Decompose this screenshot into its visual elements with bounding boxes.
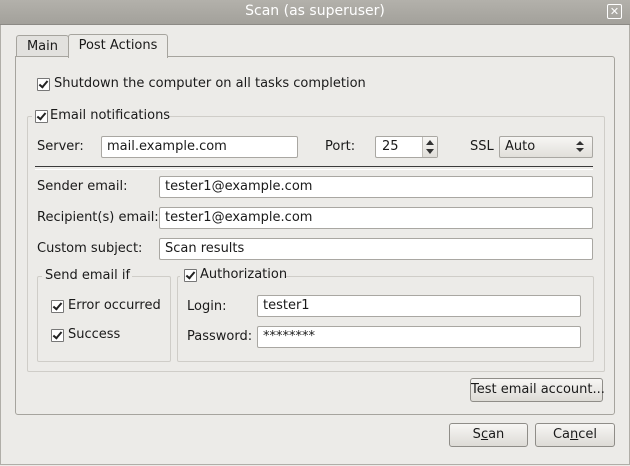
window-title: Scan (as superuser) [245, 3, 385, 19]
tab-post-actions[interactable]: Post Actions [68, 34, 168, 58]
success-checkbox[interactable] [51, 329, 64, 342]
success-label: Success [68, 327, 121, 342]
recipient-email-label: Recipient(s) email: [37, 210, 159, 225]
login-label: Login: [187, 299, 227, 314]
combo-up-icon [576, 141, 584, 145]
port-label: Port: [325, 139, 356, 154]
sender-email-label: Sender email: [37, 179, 128, 194]
recipient-email-input[interactable]: tester1@example.com [159, 207, 593, 229]
custom-subject-label: Custom subject: [37, 241, 143, 256]
port-spinbox[interactable]: 25 [375, 136, 438, 158]
server-input[interactable]: mail.example.com [101, 136, 298, 158]
scan-button[interactable]: Scan [449, 423, 528, 447]
login-input[interactable]: tester1 [257, 295, 581, 317]
ssl-label: SSL [470, 139, 494, 154]
error-occurred-label: Error occurred [68, 298, 161, 313]
send-email-if-group [37, 276, 171, 362]
sender-email-input[interactable]: tester1@example.com [159, 176, 593, 198]
custom-subject-input[interactable]: Scan results [159, 238, 593, 260]
ssl-value: Auto [505, 139, 536, 154]
tab-main[interactable]: Main [16, 35, 69, 58]
separator [35, 166, 593, 170]
close-icon[interactable]: ✕ [607, 4, 622, 19]
authorization-checkbox[interactable] [184, 269, 197, 282]
ssl-combobox[interactable]: Auto [499, 136, 593, 158]
port-value: 25 [382, 139, 399, 154]
cancel-button[interactable]: Cancel [535, 423, 615, 447]
shutdown-label: Shutdown the computer on all tasks compl… [54, 76, 366, 91]
tab-main-label: Main [26, 39, 59, 54]
password-input[interactable]: ******** [257, 326, 581, 348]
tab-post-actions-label: Post Actions [78, 38, 158, 53]
port-stepper[interactable] [422, 137, 437, 157]
test-email-account-button[interactable]: Test email account... [470, 378, 605, 402]
shutdown-checkbox[interactable] [37, 78, 50, 91]
send-email-if-label: Send email if [45, 268, 131, 283]
password-label: Password: [187, 329, 253, 344]
authorization-group [177, 276, 594, 362]
spin-up-icon[interactable] [426, 140, 434, 145]
server-label: Server: [37, 139, 84, 154]
error-occurred-checkbox[interactable] [51, 300, 64, 313]
spin-down-icon[interactable] [426, 149, 434, 154]
email-notifications-label: Email notifications [50, 108, 171, 123]
authorization-label: Authorization [200, 267, 288, 282]
email-notifications-checkbox[interactable] [35, 110, 48, 123]
combo-down-icon [576, 148, 584, 152]
